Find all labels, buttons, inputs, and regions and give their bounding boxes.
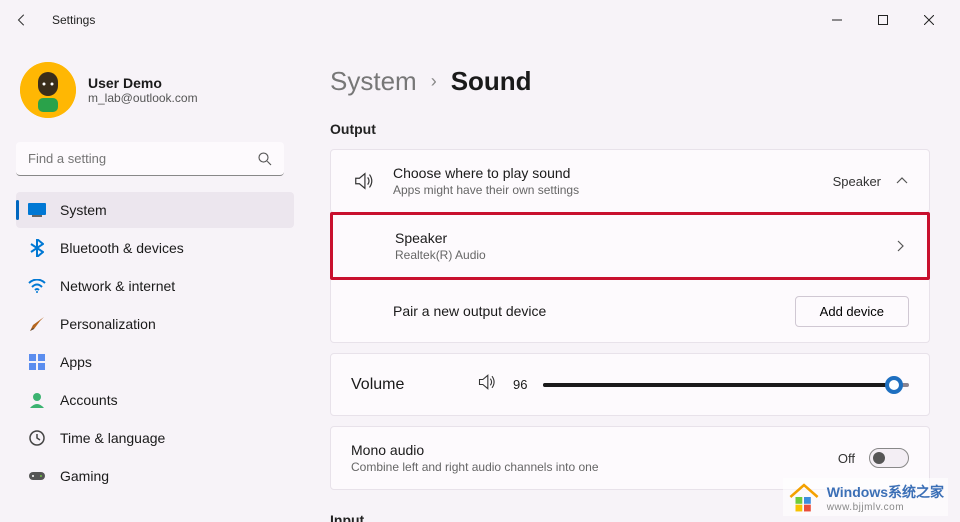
speaker-title: Speaker — [395, 230, 877, 246]
mono-state: Off — [838, 451, 855, 466]
sidebar-item-label: Personalization — [60, 316, 156, 332]
back-button[interactable] — [8, 6, 36, 34]
user-name: User Demo — [88, 75, 198, 91]
sidebar-item-gaming[interactable]: Gaming — [16, 458, 294, 494]
avatar — [20, 62, 76, 118]
sidebar-item-accounts[interactable]: Accounts — [16, 382, 294, 418]
pair-device-row: Pair a new output device Add device — [331, 280, 929, 342]
breadcrumb-parent[interactable]: System — [330, 66, 417, 97]
choose-output-title: Choose where to play sound — [393, 165, 817, 181]
volume-slider[interactable] — [543, 383, 909, 387]
window-title: Settings — [52, 13, 95, 27]
choose-output-subtitle: Apps might have their own settings — [393, 183, 817, 197]
house-icon — [787, 480, 821, 514]
apps-icon — [28, 353, 46, 371]
user-block[interactable]: User Demo m_lab@outlook.com — [16, 50, 300, 138]
choose-output-value: Speaker — [833, 174, 881, 189]
nav-list: System Bluetooth & devices Network & int… — [16, 192, 300, 494]
chevron-right-icon — [893, 239, 907, 253]
sidebar: User Demo m_lab@outlook.com System Bluet… — [0, 40, 300, 522]
sidebar-item-label: Network & internet — [60, 278, 175, 294]
watermark: Windows系统之家 www.bjjmlv.com — [783, 478, 948, 516]
breadcrumb-current: Sound — [451, 66, 532, 97]
close-button[interactable] — [906, 4, 952, 36]
sidebar-item-label: Apps — [60, 354, 92, 370]
slider-thumb[interactable] — [885, 376, 903, 394]
sidebar-item-label: Bluetooth & devices — [60, 240, 184, 256]
volume-value: 96 — [513, 377, 527, 392]
volume-title: Volume — [351, 376, 461, 394]
breadcrumb: System › Sound — [330, 66, 930, 97]
sidebar-item-label: System — [60, 202, 107, 218]
bluetooth-icon — [28, 239, 46, 257]
system-icon — [28, 201, 46, 219]
account-icon — [28, 391, 46, 409]
mono-subtitle: Combine left and right audio channels in… — [351, 460, 822, 474]
pair-device-title: Pair a new output device — [393, 303, 779, 319]
sidebar-item-label: Time & language — [60, 430, 165, 446]
sidebar-item-label: Gaming — [60, 468, 109, 484]
add-device-button[interactable]: Add device — [795, 296, 909, 327]
output-device-card: Choose where to play sound Apps might ha… — [330, 149, 930, 213]
sidebar-item-time[interactable]: Time & language — [16, 420, 294, 456]
speaker-row-highlight: Speaker Realtek(R) Audio — [330, 212, 930, 280]
gaming-icon — [28, 467, 46, 485]
pair-device-card: Pair a new output device Add device — [330, 280, 930, 343]
user-email: m_lab@outlook.com — [88, 91, 198, 105]
sidebar-item-personalization[interactable]: Personalization — [16, 306, 294, 342]
sidebar-item-network[interactable]: Network & internet — [16, 268, 294, 304]
titlebar: Settings — [0, 0, 960, 40]
volume-card: Volume 96 — [330, 353, 930, 416]
mono-toggle[interactable] — [869, 448, 909, 468]
maximize-button[interactable] — [860, 4, 906, 36]
brush-icon — [28, 315, 46, 333]
watermark-url: www.bjjmlv.com — [827, 502, 944, 513]
wifi-icon — [28, 277, 46, 295]
speaker-wave-icon — [351, 170, 377, 192]
search-input[interactable] — [16, 142, 284, 176]
choose-output-row[interactable]: Choose where to play sound Apps might ha… — [331, 150, 929, 212]
mono-title: Mono audio — [351, 442, 822, 458]
minimize-button[interactable] — [814, 4, 860, 36]
main-content: System › Sound Output Choose where to pl… — [300, 40, 960, 522]
watermark-suffix: 系统之家 — [888, 484, 944, 500]
speaker-subtitle: Realtek(R) Audio — [395, 248, 877, 262]
sidebar-item-apps[interactable]: Apps — [16, 344, 294, 380]
sidebar-item-system[interactable]: System — [16, 192, 294, 228]
speaker-device-row[interactable]: Speaker Realtek(R) Audio — [333, 215, 927, 277]
clock-icon — [28, 429, 46, 447]
sidebar-item-bluetooth[interactable]: Bluetooth & devices — [16, 230, 294, 266]
output-heading: Output — [330, 121, 930, 137]
volume-row: Volume 96 — [331, 354, 929, 415]
chevron-right-icon: › — [431, 71, 437, 92]
watermark-brand: Windows — [827, 484, 888, 500]
chevron-up-icon — [895, 174, 909, 188]
search-icon — [256, 150, 274, 168]
volume-icon[interactable] — [477, 372, 497, 397]
sidebar-item-label: Accounts — [60, 392, 118, 408]
